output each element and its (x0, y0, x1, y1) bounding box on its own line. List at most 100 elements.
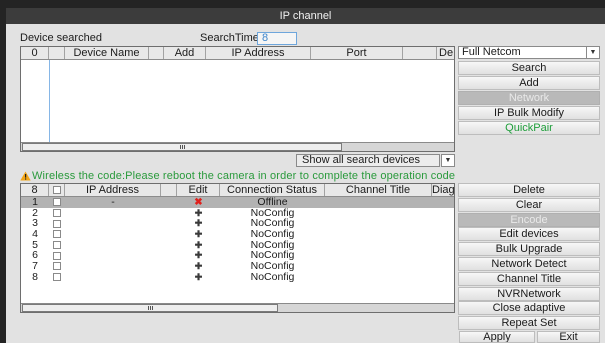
add-icon[interactable]: ✚ (195, 229, 203, 239)
channel-number-cell: 4 (32, 229, 38, 240)
edit-cell: ✖ (177, 197, 220, 208)
channel-number-cell: 2 (32, 207, 38, 219)
close-adaptive-button[interactable]: Close adaptive (458, 301, 600, 316)
table-row[interactable]: 3 ✚ NoConfig (21, 218, 454, 229)
diag-cell (432, 261, 454, 272)
column-header-connection-status: Connection Status (220, 184, 325, 196)
row-checkbox[interactable] (53, 230, 61, 239)
add-icon[interactable]: ✚ (195, 261, 203, 271)
device-filter-select[interactable]: Show all search devices (296, 154, 440, 167)
grip-icon (148, 306, 153, 310)
channel-title-cell (325, 250, 432, 261)
warning-icon (20, 171, 31, 181)
table-row[interactable]: 5 ✚ NoConfig (21, 240, 454, 251)
diag-cell (432, 240, 454, 251)
ip-address-cell (65, 272, 161, 283)
column-header-channel-title: Channel Title (325, 184, 432, 196)
exit-button[interactable]: Exit (537, 331, 600, 343)
ip-address-cell (65, 229, 161, 240)
edit-devices-button[interactable]: Edit devices (458, 227, 600, 242)
diag-cell (432, 272, 454, 283)
row-checkbox[interactable] (53, 262, 61, 271)
add-icon[interactable]: ✚ (195, 208, 203, 218)
protocol-select[interactable]: Full Netcom ▼ (458, 46, 600, 59)
delete-button[interactable]: Delete (458, 183, 600, 197)
search-results-list[interactable] (21, 60, 454, 142)
scrollbar-thumb[interactable] (22, 143, 342, 151)
add-icon[interactable]: ✚ (195, 272, 203, 282)
table-row[interactable]: 7 ✚ NoConfig (21, 261, 454, 272)
checkbox-cell (49, 229, 65, 240)
add-button[interactable]: Add (458, 76, 600, 90)
column-header-empty (161, 184, 177, 196)
device-searched-label: Device searched (20, 32, 102, 44)
network-detect-button[interactable]: Network Detect (458, 256, 600, 271)
table-row[interactable]: 6 ✚ NoConfig (21, 250, 454, 261)
row-checkbox[interactable] (53, 209, 61, 218)
channel-number-cell: 5 (32, 239, 38, 251)
add-icon[interactable]: ✚ (195, 218, 203, 228)
channel-number-cell: 3 (32, 218, 38, 230)
column-header-diag: Diag (432, 184, 454, 196)
column-header-select (49, 184, 65, 196)
checkbox-cell (49, 240, 65, 251)
connection-status-cell: Offline (257, 197, 288, 208)
chevron-down-icon[interactable]: ▼ (441, 154, 455, 167)
channel-title-button[interactable]: Channel Title (458, 271, 600, 286)
chevron-down-icon[interactable]: ▼ (586, 47, 599, 58)
edit-cell: ✚ (177, 250, 220, 261)
select-all-checkbox[interactable] (52, 186, 61, 194)
repeat-set-button[interactable]: Repeat Set (458, 316, 600, 331)
column-header-port: Port (311, 47, 403, 59)
row-checkbox[interactable] (53, 198, 61, 207)
nvrnetwork-button[interactable]: NVRNetwork (458, 286, 600, 301)
ip-address-cell (65, 240, 161, 251)
column-header-truncated: De (439, 47, 454, 59)
edit-cell: ✚ (177, 208, 220, 219)
table-row[interactable]: 4 ✚ NoConfig (21, 229, 454, 240)
table-row[interactable]: 8 ✚ NoConfig (21, 272, 454, 283)
row-checkbox[interactable] (53, 251, 61, 260)
column-header-ip-address: IP Address (206, 47, 311, 59)
delete-icon[interactable]: ✖ (194, 197, 202, 208)
row-checkbox[interactable] (53, 241, 61, 250)
ip-address-cell (65, 250, 161, 261)
horizontal-scrollbar[interactable] (21, 303, 454, 312)
horizontal-scrollbar[interactable] (21, 142, 454, 151)
warning-message: Wireless the code:Please reboot the came… (20, 170, 455, 182)
search-actions: Search Add Network IP Bulk Modify QuickPair (458, 61, 600, 135)
scrollbar-thumb[interactable] (22, 304, 278, 312)
search-button[interactable]: Search (458, 61, 600, 75)
diag-cell (432, 208, 454, 219)
protocol-select-value: Full Netcom (462, 46, 521, 58)
empty-cell (161, 229, 177, 240)
network-button: Network (458, 91, 600, 105)
quickpair-button[interactable]: QuickPair (458, 121, 600, 135)
table-row[interactable]: 2 ✚ NoConfig (21, 208, 454, 219)
clear-button[interactable]: Clear (458, 197, 600, 212)
channel-table-header: 8 IP Address Edit Connection Status Chan… (21, 184, 454, 197)
channel-title-cell (325, 261, 432, 272)
add-icon[interactable]: ✚ (195, 250, 203, 260)
apply-button[interactable]: Apply (459, 331, 535, 343)
bulk-upgrade-button[interactable]: Bulk Upgrade (458, 242, 600, 257)
row-checkbox[interactable] (53, 219, 61, 228)
channel-table: 8 IP Address Edit Connection Status Chan… (20, 183, 455, 313)
search-time-input[interactable]: 8 (257, 32, 297, 45)
table-row[interactable]: 1 - ✖ Offline (21, 197, 454, 208)
ip-bulk-modify-button[interactable]: IP Bulk Modify (458, 106, 600, 120)
empty-cell (161, 197, 177, 208)
checkbox-cell (49, 272, 65, 283)
column-header-empty (49, 47, 65, 59)
device-filter-value: Show all search devices (302, 154, 421, 166)
connection-status-cell: NoConfig (250, 271, 295, 283)
checkbox-cell (49, 250, 65, 261)
connection-status-cell: NoConfig (250, 239, 295, 251)
empty-cell (161, 240, 177, 251)
row-checkbox[interactable] (53, 273, 61, 282)
add-icon[interactable]: ✚ (195, 240, 203, 250)
checkbox-cell (49, 197, 65, 208)
edit-cell: ✚ (177, 261, 220, 272)
empty-cell (161, 250, 177, 261)
column-header-empty (403, 47, 437, 59)
